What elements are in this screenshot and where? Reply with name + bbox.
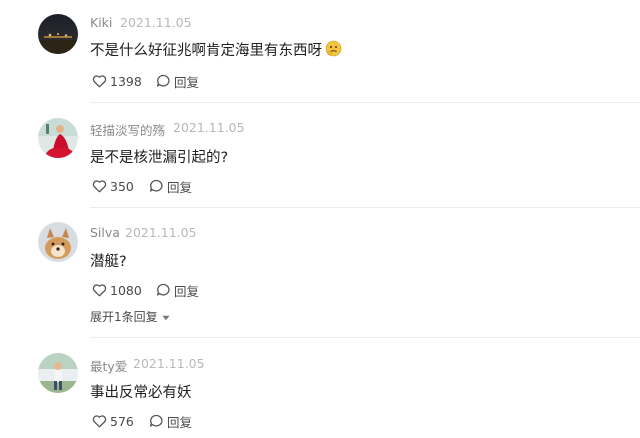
comment-date: 2021.11.05 (120, 15, 192, 30)
reply-label: 回复 (174, 283, 200, 299)
speech-bubble-icon (156, 74, 171, 88)
comment-text: 事出反常必有妖 (90, 385, 192, 401)
like-count: 1080 (110, 282, 142, 298)
like-button[interactable]: 1398 (92, 72, 142, 90)
comment-username[interactable]: 轻描淡写的殇 (90, 120, 165, 139)
comment-text: 是不是核泄漏引起的? (90, 150, 229, 166)
reply-button[interactable]: 回复 (156, 72, 199, 90)
comment-date: 2021.11.05 (125, 225, 197, 240)
heart-outline-icon (92, 179, 107, 193)
expand-replies-label: 展开1条回复 (90, 310, 158, 324)
speech-bubble-icon (149, 414, 164, 428)
reply-label: 回复 (167, 179, 193, 195)
like-button[interactable]: 350 (92, 177, 134, 195)
comment-username[interactable]: Silva (90, 225, 120, 240)
comment-date: 2021.11.05 (173, 120, 245, 135)
comment-date: 2021.11.05 (133, 356, 205, 371)
speech-bubble-icon (149, 179, 164, 193)
comment-divider (90, 102, 640, 103)
comment-text: 不是什么好征兆啊肯定海里有东西呀 (90, 39, 342, 61)
speech-bubble-icon (156, 283, 171, 297)
like-count: 576 (110, 413, 134, 429)
comment-divider (90, 337, 640, 338)
comment-username[interactable]: 最ty爱 (90, 356, 127, 375)
heart-outline-icon (92, 283, 107, 297)
thinking-face-emoji-icon (325, 40, 342, 61)
reply-label: 回复 (174, 74, 200, 90)
avatar[interactable] (38, 118, 78, 158)
avatar[interactable] (38, 353, 78, 393)
avatar[interactable] (38, 222, 78, 262)
like-count: 350 (110, 178, 134, 194)
comment-text-content: 不是什么好征兆啊肯定海里有东西呀 (90, 43, 322, 59)
comment-username[interactable]: Kiki (90, 15, 112, 30)
reply-label: 回复 (167, 414, 193, 430)
reply-button[interactable]: 回复 (156, 281, 199, 299)
expand-replies-button[interactable]: 展开1条回复 (90, 308, 170, 325)
like-button[interactable]: 1080 (92, 281, 142, 299)
like-button[interactable]: 576 (92, 412, 134, 430)
comment-text: 潜艇? (90, 254, 127, 270)
avatar[interactable] (38, 14, 78, 54)
caret-down-icon (162, 310, 170, 324)
comment-divider (90, 207, 640, 208)
reply-button[interactable]: 回复 (149, 412, 192, 430)
reply-button[interactable]: 回复 (149, 177, 192, 195)
like-count: 1398 (110, 73, 142, 89)
heart-outline-icon (92, 74, 107, 88)
heart-outline-icon (92, 414, 107, 428)
